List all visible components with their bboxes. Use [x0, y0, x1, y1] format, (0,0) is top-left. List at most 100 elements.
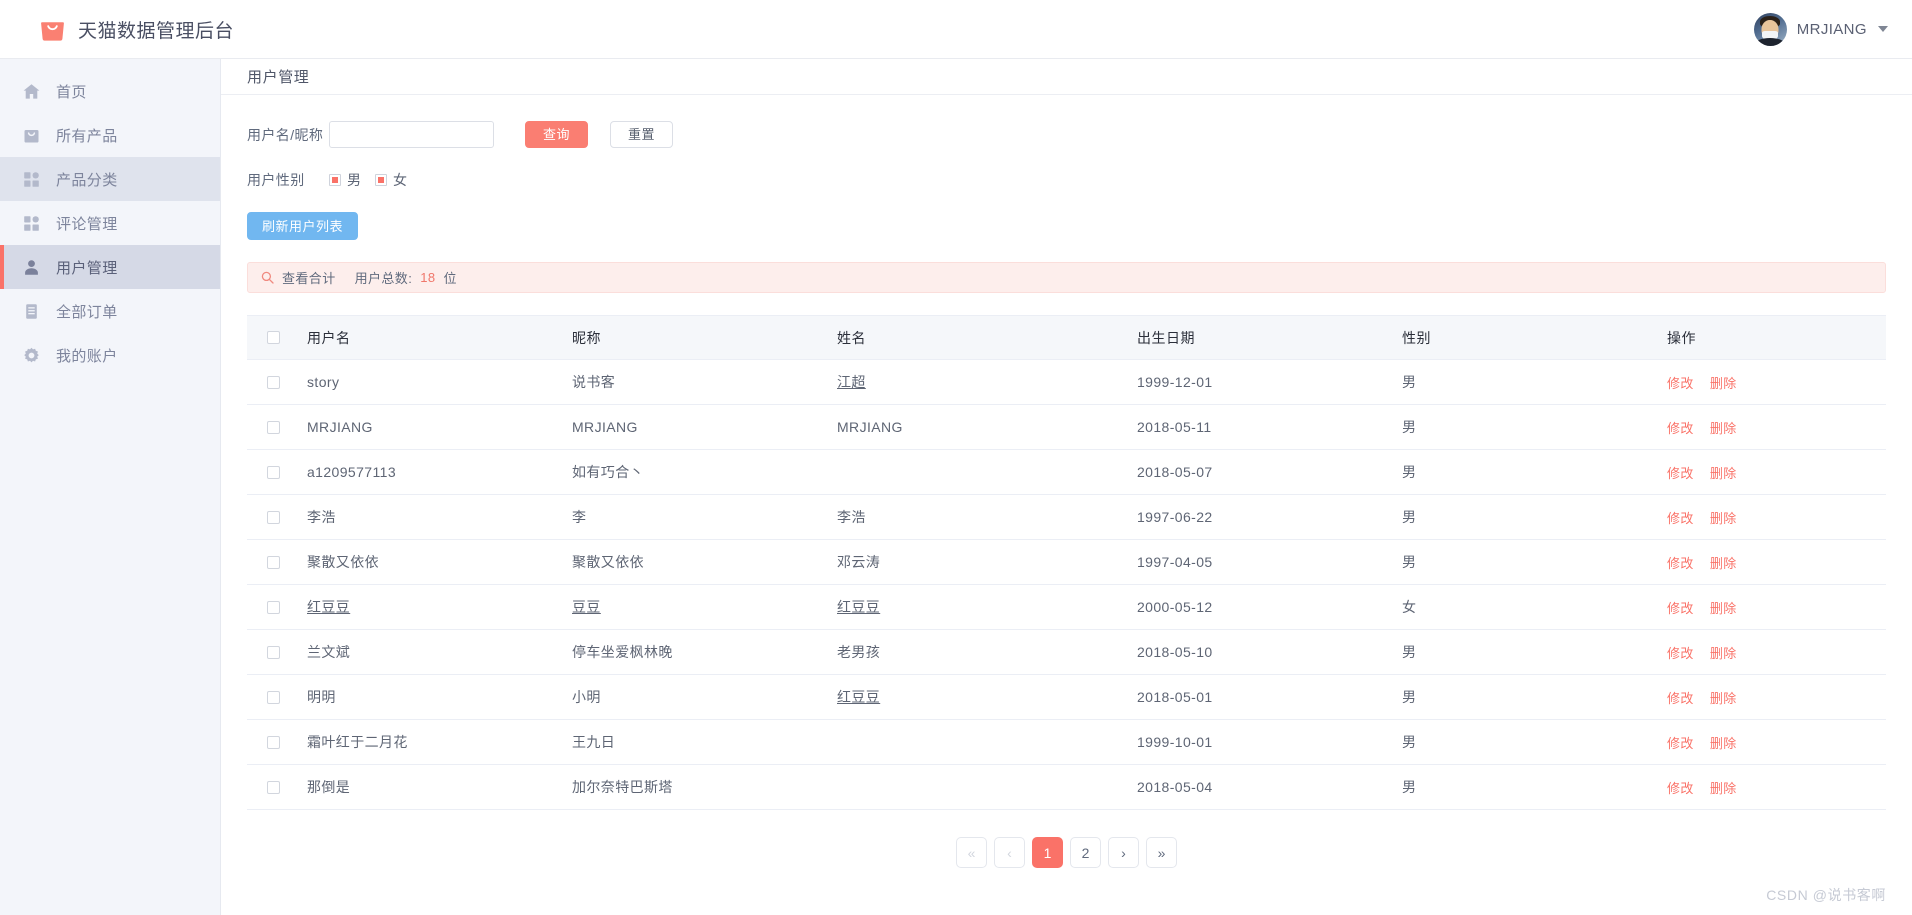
cell-gender: 男 — [1402, 764, 1667, 810]
edit-link[interactable]: 修改 — [1667, 601, 1694, 616]
sidebar-item-label: 产品分类 — [56, 171, 118, 189]
row-checkbox[interactable] — [267, 690, 280, 704]
cell-nickname: 王九日 — [572, 719, 837, 765]
watermark: CSDN @说书客啊 — [1766, 887, 1886, 903]
sidebar-item-all-products[interactable]: 所有产品 — [0, 113, 220, 157]
first-page[interactable]: « — [956, 837, 987, 868]
row-checkbox[interactable] — [267, 375, 280, 389]
checkbox-icon — [375, 174, 387, 186]
edit-link[interactable]: 修改 — [1667, 376, 1694, 391]
cell-username: a1209577113 — [307, 449, 572, 495]
cell-nickname: 李 — [572, 494, 837, 540]
cell-gender: 男 — [1402, 359, 1667, 405]
gender-option-label: 女 — [393, 172, 407, 188]
edit-link[interactable]: 修改 — [1667, 556, 1694, 571]
brand-link[interactable]: 天猫数据管理后台 — [0, 0, 234, 58]
app-root: 天猫数据管理后台 MRJIANG 首页 所有产品 产品分类 评论管理 用户管理 … — [0, 0, 1912, 915]
cell-nickname-link[interactable]: 豆豆 — [572, 599, 601, 615]
avatar — [1753, 12, 1787, 46]
cell-nickname: 说书客 — [572, 359, 837, 405]
sidebar-item-label: 评论管理 — [56, 215, 118, 233]
edit-link[interactable]: 修改 — [1667, 421, 1694, 436]
table-row: 霜叶红于二月花 王九日 1999-10-01 男修改 删除 — [247, 719, 1886, 765]
cell-username[interactable]: 红豆豆 — [307, 584, 572, 630]
person-icon — [22, 258, 41, 277]
cell-nickname: 加尔奈特巴斯塔 — [572, 764, 837, 810]
cell-name-link[interactable]: 红豆豆 — [837, 689, 880, 705]
pagination: «‹ 1 2 ›» — [247, 837, 1886, 868]
last-page[interactable]: » — [1146, 837, 1177, 868]
edit-link[interactable]: 修改 — [1667, 646, 1694, 661]
select-all-checkbox[interactable] — [267, 331, 280, 344]
row-checkbox[interactable] — [267, 510, 280, 524]
search-input[interactable] — [329, 121, 494, 148]
delete-link[interactable]: 删除 — [1710, 556, 1737, 571]
gender-option-male[interactable]: 男 — [329, 170, 361, 190]
edit-link[interactable]: 修改 — [1667, 691, 1694, 706]
grid-icon — [22, 170, 41, 189]
page-2[interactable]: 2 — [1070, 837, 1101, 868]
cell-name[interactable]: 江超 — [837, 359, 1137, 405]
sidebar-item-product-category[interactable]: 产品分类 — [0, 157, 220, 201]
document-icon — [22, 302, 41, 321]
user-menu[interactable]: MRJIANG — [1753, 12, 1912, 46]
row-checkbox[interactable] — [267, 645, 280, 659]
delete-link[interactable]: 删除 — [1710, 736, 1737, 751]
row-checkbox[interactable] — [267, 555, 280, 569]
edit-link[interactable]: 修改 — [1667, 466, 1694, 481]
cell-birthdate: 1999-12-01 — [1137, 359, 1402, 405]
cell-actions: 修改 删除 — [1667, 674, 1886, 720]
next-page[interactable]: › — [1108, 837, 1139, 868]
gender-option-female[interactable]: 女 — [375, 170, 407, 190]
cell-name[interactable]: 红豆豆 — [837, 674, 1137, 720]
cell-birthdate: 2018-05-10 — [1137, 629, 1402, 675]
row-checkbox[interactable] — [267, 735, 280, 749]
content-body: 用户名/昵称 查询 重置 用户性别 男 女 刷新用户列表 查看合计 用户总数: … — [221, 95, 1912, 868]
edit-link[interactable]: 修改 — [1667, 736, 1694, 751]
row-checkbox[interactable] — [267, 465, 280, 479]
delete-link[interactable]: 删除 — [1710, 376, 1737, 391]
search-button[interactable]: 查询 — [525, 121, 589, 148]
row-select-cell — [247, 629, 307, 675]
search-icon — [261, 271, 274, 284]
reset-button[interactable]: 重置 — [610, 121, 674, 148]
prev-page[interactable]: ‹ — [994, 837, 1025, 868]
delete-link[interactable]: 删除 — [1710, 511, 1737, 526]
table-body: story 说书客 江超 1999-12-01 男修改 删除 MRJIANG MRJIANG M… — [247, 359, 1886, 810]
sidebar-item-my-account[interactable]: 我的账户 — [0, 333, 220, 377]
bag-icon — [22, 126, 41, 145]
row-checkbox[interactable] — [267, 600, 280, 614]
row-select-cell — [247, 449, 307, 495]
edit-link[interactable]: 修改 — [1667, 511, 1694, 526]
sidebar-item-user-management[interactable]: 用户管理 — [0, 245, 220, 289]
cell-birthdate: 2018-05-11 — [1137, 404, 1402, 450]
edit-link[interactable]: 修改 — [1667, 781, 1694, 796]
cell-name-link[interactable]: 江超 — [837, 374, 866, 390]
delete-link[interactable]: 删除 — [1710, 466, 1737, 481]
delete-link[interactable]: 删除 — [1710, 781, 1737, 796]
cell-username-link[interactable]: 红豆豆 — [307, 599, 350, 615]
table-row: 李浩李李浩 1997-06-22 男修改 删除 — [247, 494, 1886, 540]
sidebar-item-home[interactable]: 首页 — [0, 69, 220, 113]
sidebar-item-all-orders[interactable]: 全部订单 — [0, 289, 220, 333]
top-navbar: 天猫数据管理后台 MRJIANG — [0, 0, 1912, 59]
sidebar-item-comment-management[interactable]: 评论管理 — [0, 201, 220, 245]
cell-username: 明明 — [307, 674, 572, 720]
row-checkbox[interactable] — [267, 420, 280, 434]
checkbox-icon — [329, 174, 341, 186]
cell-name-link[interactable]: 红豆豆 — [837, 599, 880, 615]
page-1[interactable]: 1 — [1032, 837, 1063, 868]
delete-link[interactable]: 删除 — [1710, 601, 1737, 616]
delete-link[interactable]: 删除 — [1710, 691, 1737, 706]
cell-nickname[interactable]: 豆豆 — [572, 584, 837, 630]
cell-name[interactable]: 红豆豆 — [837, 584, 1137, 630]
summary-alert-text: 查看合计 — [282, 271, 336, 286]
user-total-count: 18 — [420, 270, 436, 285]
cell-username: MRJIANG — [307, 404, 572, 450]
column-header-actions: 操作 — [1667, 315, 1886, 360]
row-checkbox[interactable] — [267, 780, 280, 794]
refresh-user-list-button[interactable]: 刷新用户列表 — [247, 212, 359, 240]
column-header-nickname: 昵称 — [572, 315, 837, 360]
delete-link[interactable]: 删除 — [1710, 421, 1737, 436]
delete-link[interactable]: 删除 — [1710, 646, 1737, 661]
